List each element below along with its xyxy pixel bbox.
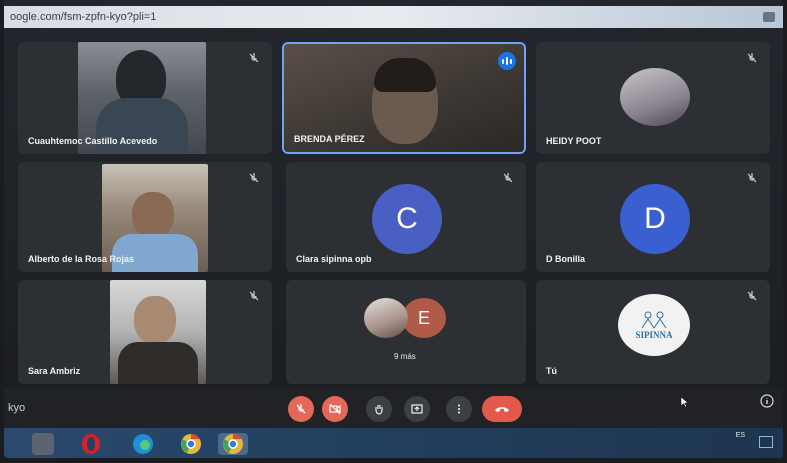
logo-figures-icon [641,311,667,329]
mouse-cursor-icon [680,396,689,408]
screen: oogle.com/fsm-zpfn-kyo?pli=1 Cuauhtemoc … [4,0,783,458]
info-icon[interactable] [760,394,774,408]
notification-icon[interactable] [759,436,773,448]
speaking-indicator-icon [498,52,516,70]
logo-text: SIPINNA [635,330,673,340]
participant-letter-avatar: E [402,298,446,338]
address-bar[interactable]: oogle.com/fsm-zpfn-kyo?pli=1 [4,6,783,28]
participant-video [110,280,206,384]
mic-off-icon [747,53,757,63]
camera-toggle-button[interactable] [322,396,348,422]
mic-off-icon [249,291,259,301]
call-end-icon [495,407,509,412]
participant-name: Sara Ambriz [28,366,81,376]
mic-off-icon [503,173,513,183]
chrome-active-icon[interactable] [218,433,248,455]
hand-icon [375,405,383,415]
url-text: oogle.com/fsm-zpfn-kyo?pli=1 [10,11,157,23]
mic-off-icon [296,404,306,414]
leave-call-button[interactable] [482,396,522,422]
participant-tile-4[interactable]: Alberto de la Rosa Rojas [18,162,272,272]
participant-letter-avatar: C [372,184,442,254]
more-vert-icon [458,404,460,414]
participant-tile-3[interactable]: HEIDY POOT [536,42,770,154]
present-screen-button[interactable] [404,396,430,422]
edge-icon[interactable] [132,433,154,455]
mic-off-icon [747,173,757,183]
file-explorer-icon[interactable] [32,433,54,455]
participant-name: D Bonilla [546,254,586,264]
participant-name: Clara sipinna opb [296,254,372,264]
participant-avatar [364,298,408,338]
participant-tile-5[interactable]: C Clara sipinna opb [286,162,526,272]
participant-tile-7[interactable]: Sara Ambriz [18,280,272,384]
participant-name: HEIDY POOT [546,136,602,146]
mic-off-icon [249,53,259,63]
others-count: 9 más [394,352,416,361]
extension-icon[interactable] [763,12,775,22]
participant-name: Alberto de la Rosa Rojas [28,254,135,264]
participant-avatar [620,68,690,126]
present-icon [411,404,423,414]
opera-icon[interactable] [80,433,102,455]
language-indicator[interactable]: ES [736,432,745,439]
participant-tile-6[interactable]: D D Bonilla [536,162,770,272]
sipinna-logo: SIPINNA [618,294,690,356]
participant-tile-others[interactable]: E 9 más [286,280,526,384]
meeting-code: kyo [8,402,26,414]
participant-letter-avatar: D [620,184,690,254]
mic-off-icon [747,291,757,301]
camera-off-icon [329,403,341,415]
participant-name: BRENDA PÉREZ [294,134,365,144]
mic-off-icon [249,173,259,183]
participant-name: Cuauhtemoc Castillo Acevedo [28,136,158,146]
chrome-icon[interactable] [180,433,202,455]
participant-tile-1[interactable]: Cuauhtemoc Castillo Acevedo [18,42,272,154]
self-tile[interactable]: SIPINNA Tú [536,280,770,384]
participant-tile-2[interactable]: BRENDA PÉREZ [282,42,526,154]
mic-toggle-button[interactable] [288,396,314,422]
windows-taskbar: ES [4,428,783,458]
raise-hand-button[interactable] [366,396,392,422]
call-controls-bar: kyo [4,388,783,428]
more-options-button[interactable] [446,396,472,422]
participant-name: Tú [546,366,557,376]
